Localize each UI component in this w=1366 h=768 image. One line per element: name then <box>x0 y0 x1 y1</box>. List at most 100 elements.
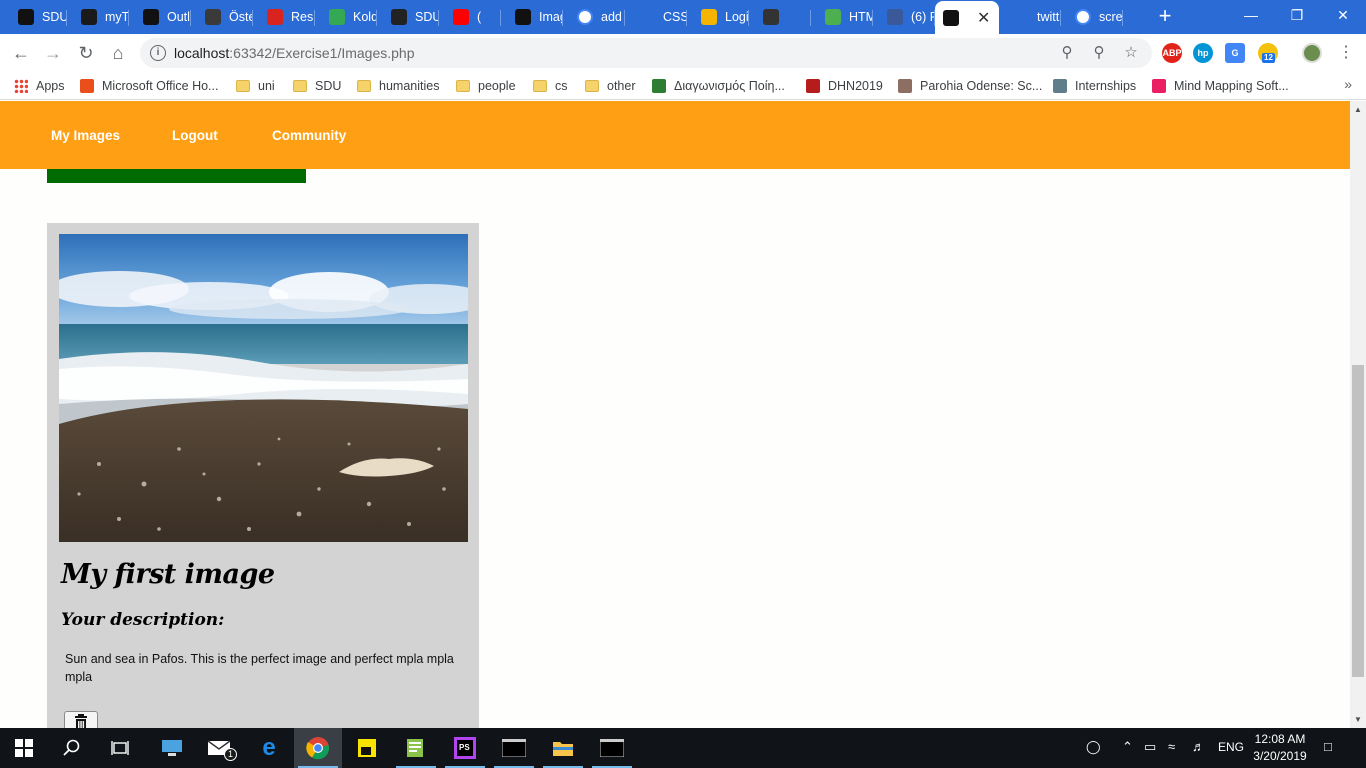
page-scrollbar[interactable]: ▲ ▼ <box>1350 101 1366 728</box>
browser-tab[interactable]: Logi <box>687 2 749 32</box>
bookmarks-overflow-icon[interactable]: » <box>1344 76 1352 92</box>
bookmark-star-icon[interactable]: ☆ <box>1122 44 1140 62</box>
green-upload-bar <box>47 169 306 183</box>
site-info-icon[interactable]: i <box>150 45 166 61</box>
language-indicator[interactable]: ENG <box>1218 740 1244 754</box>
clock-date: 3/20/2019 <box>1253 749 1307 763</box>
hp-icon[interactable]: hp <box>1193 43 1213 63</box>
browser-tab[interactable]: Resu <box>253 2 315 32</box>
taskbar-file-explorer-pc[interactable] <box>148 728 196 768</box>
start-button[interactable] <box>0 728 48 768</box>
key-icon[interactable]: ⚲ <box>1058 44 1076 62</box>
back-button[interactable]: ← <box>8 40 34 66</box>
bookmark-item[interactable]: people <box>456 77 516 95</box>
browser-tab[interactable]: SDU <box>377 2 439 32</box>
nav-logout[interactable]: Logout <box>172 128 218 143</box>
sdu-logo-icon <box>18 9 34 25</box>
browser-tab[interactable]: Outl <box>129 2 191 32</box>
close-tab-icon[interactable]: ✕ <box>977 8 990 28</box>
site-icon <box>898 79 912 93</box>
browser-tab[interactable]: twitt <box>999 2 1061 32</box>
bookmark-item[interactable]: Microsoft Office Ho... <box>80 77 218 95</box>
notifications-icon[interactable]: □ <box>1324 739 1332 754</box>
taskbar-file-explorer[interactable] <box>539 728 587 768</box>
browser-tab[interactable]: CSS <box>625 2 687 32</box>
browser-tab[interactable]: (6) F <box>873 2 935 32</box>
beach-photo-graphic <box>59 234 468 542</box>
translate-icon[interactable]: G <box>1225 43 1245 63</box>
nav-my-images[interactable]: My Images <box>51 128 120 143</box>
browser-tab[interactable]: Öste <box>191 2 253 32</box>
taskbar-terminal-2[interactable] <box>588 728 636 768</box>
svg-text:PS: PS <box>459 743 470 752</box>
bookmark-item[interactable]: Apps <box>14 77 65 95</box>
trash-icon <box>75 714 87 728</box>
browser-tab[interactable]: Kold <box>315 2 377 32</box>
browser-tab-label: Imag <box>539 10 563 24</box>
battery-icon[interactable]: ▭ <box>1144 739 1156 755</box>
bookmark-item[interactable]: Mind Mapping Soft... <box>1152 77 1289 95</box>
folder-icon <box>293 80 307 92</box>
scroll-thumb[interactable] <box>1352 365 1364 677</box>
wifi-icon[interactable]: ≈ <box>1168 739 1175 754</box>
taskbar-sticky-notes[interactable] <box>343 728 391 768</box>
taskbar-terminal-1[interactable] <box>490 728 538 768</box>
bookmark-item[interactable]: cs <box>533 77 568 95</box>
forward-button[interactable]: → <box>40 40 66 66</box>
bookmark-item[interactable]: Διαγωνισμός Ποίη... <box>652 77 785 95</box>
reload-button[interactable]: ↻ <box>73 40 99 66</box>
taskbar-mail[interactable]: 1 <box>196 728 244 768</box>
bookmark-item[interactable]: SDU <box>293 77 341 95</box>
search-button[interactable] <box>48 728 96 768</box>
taskbar-notepad[interactable] <box>392 728 440 768</box>
zoom-icon[interactable]: ⚲ <box>1090 44 1108 62</box>
browser-tab-label: SDU <box>42 10 67 24</box>
chrome-menu-icon[interactable]: ⋮ <box>1333 40 1359 66</box>
taskbar-phpstorm[interactable]: PS <box>441 728 489 768</box>
browser-tab[interactable]: HTM <box>811 2 873 32</box>
bookmark-item[interactable]: DHN2019 <box>806 77 883 95</box>
browser-tab[interactable]: Imag <box>501 2 563 32</box>
restore-button[interactable]: ❐ <box>1274 0 1320 30</box>
address-bar[interactable]: i localhost:63342/Exercise1/Images.php ⚲… <box>140 38 1152 68</box>
google-icon <box>577 9 593 25</box>
nav-community[interactable]: Community <box>272 128 346 143</box>
image-description: Sun and sea in Pafos. This is the perfec… <box>65 652 454 684</box>
browser-tab[interactable]: ✕ <box>935 1 999 34</box>
volume-icon[interactable]: ♬ <box>1192 739 1205 754</box>
bookmark-label: Internships <box>1075 79 1137 93</box>
taskbar-edge[interactable]: e <box>245 728 293 768</box>
browser-tab[interactable]: add <box>563 2 625 32</box>
windows-logo-icon <box>15 739 33 757</box>
profile-avatar[interactable] <box>1302 43 1322 63</box>
minimize-button[interactable]: — <box>1228 0 1274 30</box>
google-icon <box>1075 9 1091 25</box>
browser-tab[interactable]: ( <box>439 2 501 32</box>
site-icon <box>652 79 666 93</box>
system-clock[interactable]: 12:08 AM 3/20/2019 <box>1250 731 1310 765</box>
adblock-icon[interactable]: ABP <box>1162 43 1182 63</box>
new-tab-button[interactable]: + <box>1152 4 1178 30</box>
bookmark-item[interactable]: Internships <box>1053 77 1136 95</box>
taskbar-chrome[interactable] <box>294 728 342 768</box>
browser-tab[interactable] <box>749 2 811 32</box>
url-text[interactable]: localhost:63342/Exercise1/Images.php <box>174 45 415 61</box>
bookmark-item[interactable]: humanities <box>357 77 439 95</box>
delete-button[interactable] <box>64 711 98 728</box>
image-card: My first image Your description: Sun and… <box>47 223 479 728</box>
close-window-button[interactable]: ✕ <box>1320 0 1366 30</box>
bookmark-item[interactable]: Parohia Odense: Sc... <box>898 77 1042 95</box>
scroll-up-arrow-icon[interactable]: ▲ <box>1354 105 1362 114</box>
scroll-down-arrow-icon[interactable]: ▼ <box>1354 715 1362 724</box>
home-button[interactable]: ⌂ <box>105 40 131 66</box>
task-view-button[interactable] <box>96 728 144 768</box>
browser-tab[interactable]: scre <box>1061 2 1123 32</box>
people-icon[interactable]: ◯ <box>1086 739 1101 755</box>
bookmark-item[interactable]: other <box>585 77 636 95</box>
bookmark-item[interactable]: uni <box>236 77 275 95</box>
browser-tab[interactable]: myT <box>67 2 129 32</box>
browser-tab[interactable]: SDU <box>4 2 67 32</box>
github-icon <box>391 9 407 25</box>
weather-icon[interactable]: 12 <box>1258 43 1278 63</box>
show-hidden-icons-chevron-icon[interactable]: ⌃ <box>1122 739 1133 755</box>
